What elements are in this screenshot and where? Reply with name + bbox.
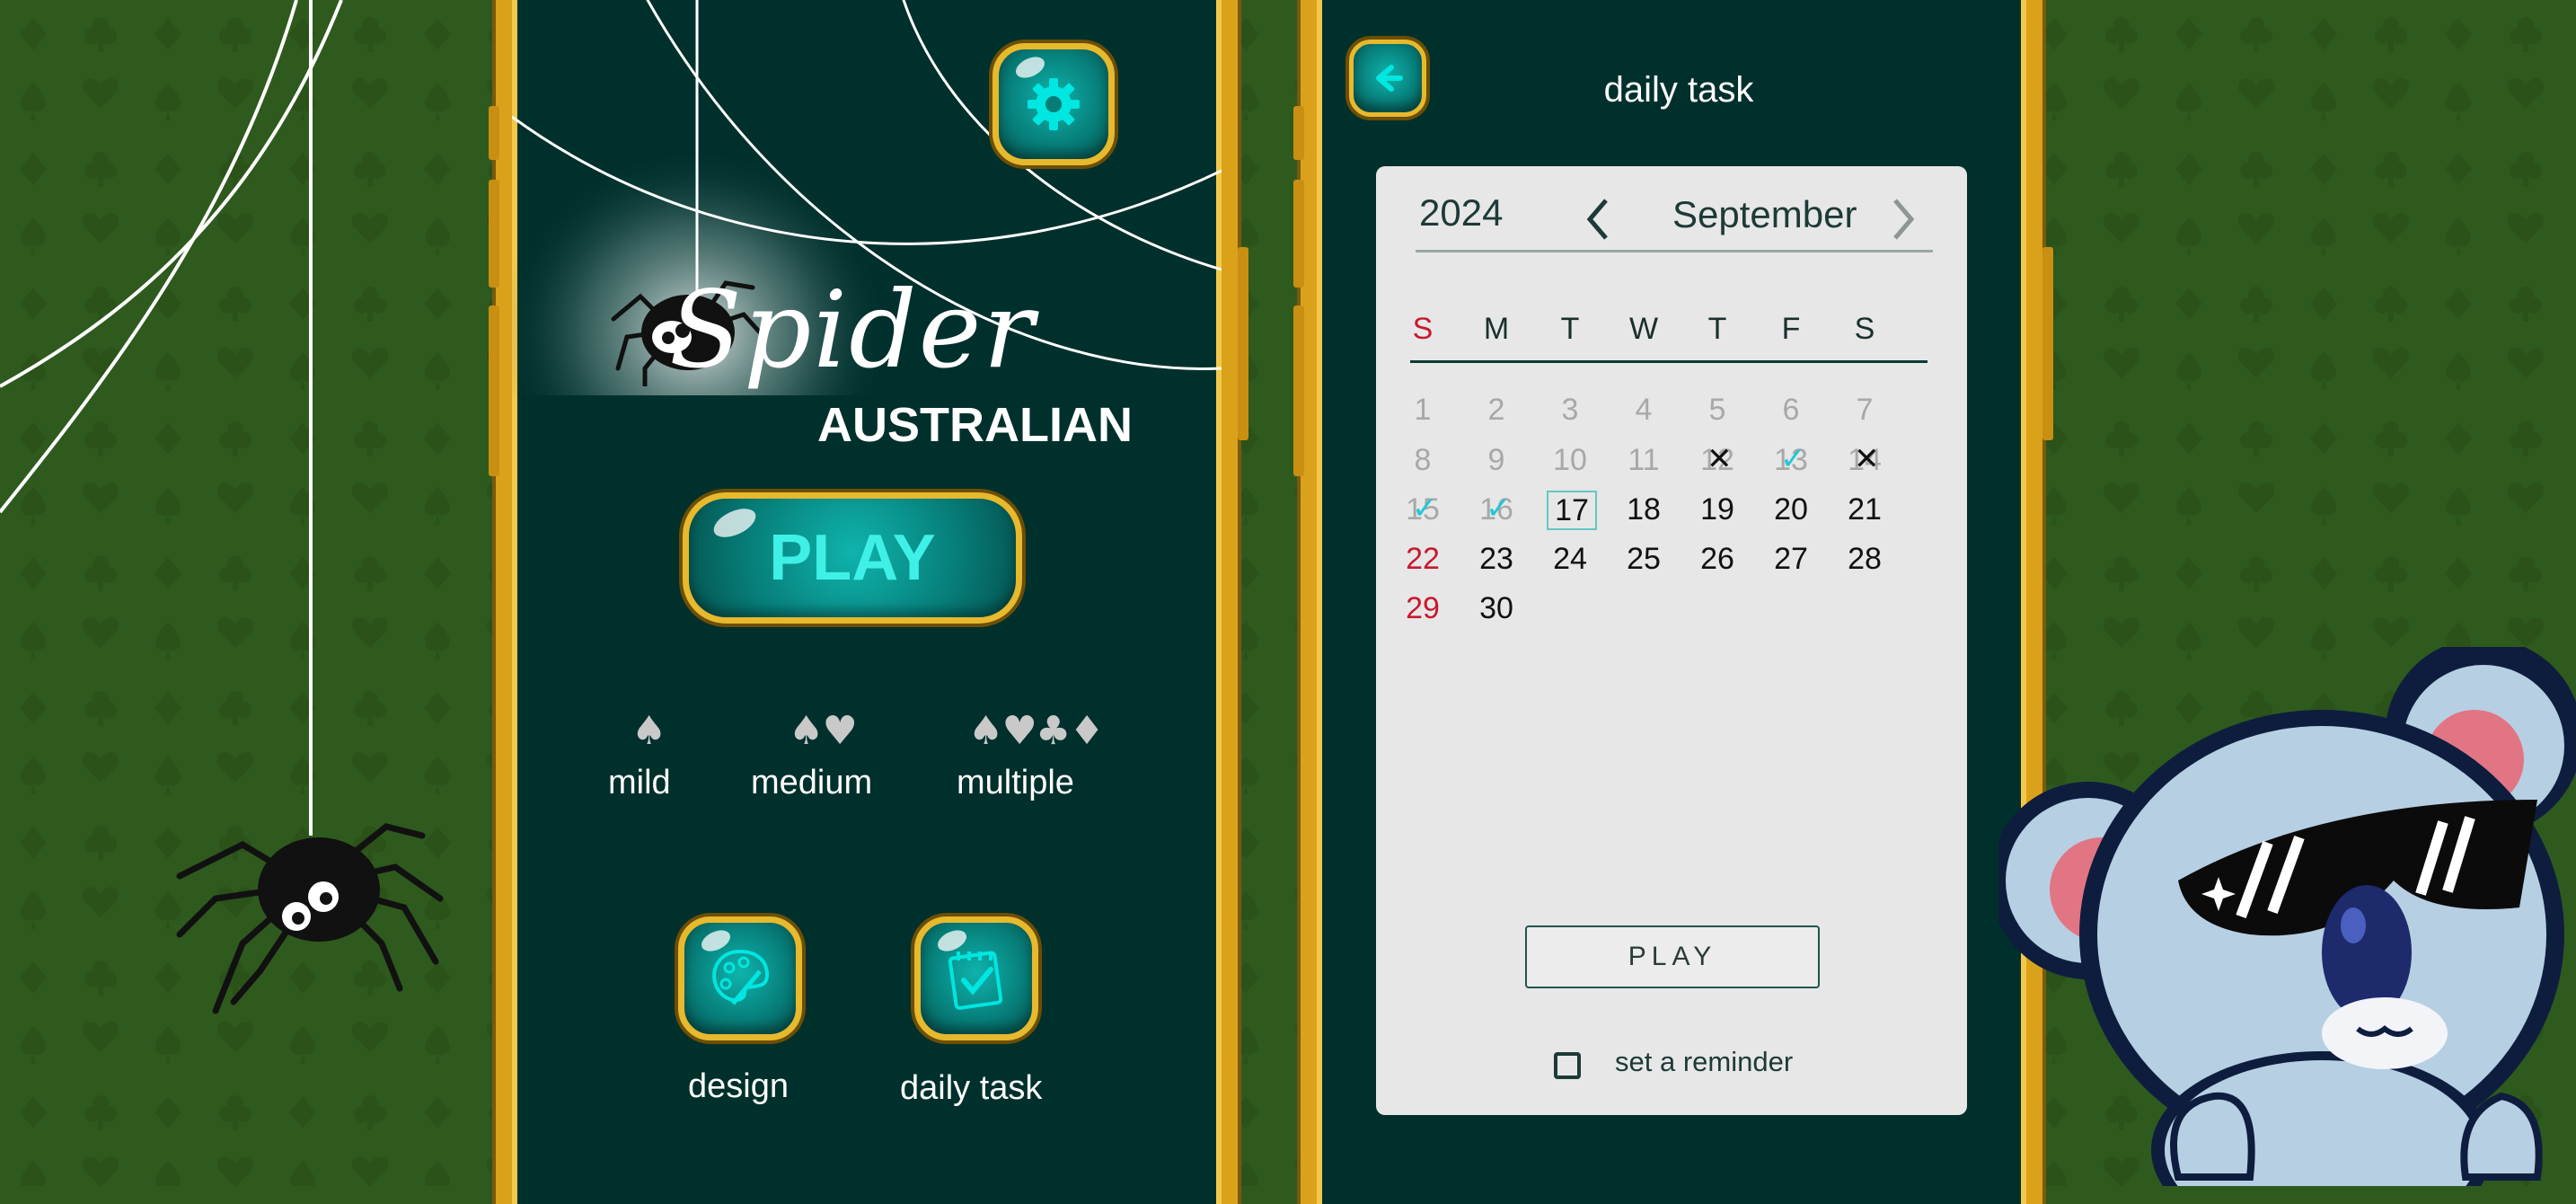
calendar-day[interactable]: 11 [1617,443,1671,478]
play-button-label: PLAY [769,522,936,594]
prev-month-icon[interactable] [1584,197,1611,242]
mode-mild-label: mild [608,764,671,801]
logo-title: Spider [669,268,1036,392]
calendar-day[interactable]: 3 [1543,393,1597,428]
reminder-label: set a reminder [1615,1046,1794,1077]
calendar-day[interactable]: 9 [1469,443,1523,478]
calendar-day[interactable]: 23 [1469,542,1523,577]
screen-title: daily task [1603,70,1754,110]
calendar-day[interactable]: 19 [1690,492,1744,527]
calendar-play-button[interactable]: PLAY [1525,925,1820,988]
weekday-label: T [1560,312,1580,346]
calendar-day[interactable]: 24 [1543,542,1597,577]
calendar-year: 2024 [1419,191,1504,234]
calendar-day[interactable]: 28 [1838,542,1892,577]
calendar-day[interactable]: 17 [1547,491,1597,530]
phone-side-button [489,106,499,160]
calendar-day[interactable]: 30 [1469,591,1523,626]
phone-side-button [1293,106,1304,160]
design-label: design [688,1067,789,1105]
settings-button[interactable] [992,43,1115,165]
calendar-day[interactable]: 27 [1764,542,1818,577]
mode-multiple-label: multiple [957,764,1074,801]
phone-side-button [1293,305,1304,476]
mode-mild-suits: ♠ [631,708,666,754]
koala-mascot [1998,647,2576,1186]
completed-check-icon: ✓ [1780,441,1806,477]
phone-side-button [489,305,499,476]
failed-mark-icon: ✕ [1707,441,1733,477]
calendar-day[interactable]: 18 [1617,492,1671,527]
main-menu-screen: Spider AUSTRALIAN PLAY ♠ mild ♠♥ medium … [496,0,1238,1204]
phone-side-button [1238,247,1248,440]
weekday-label: S [1412,312,1434,346]
calendar-day[interactable]: 22 [1396,542,1450,577]
reminder-checkbox[interactable] [1554,1052,1581,1079]
daily-task-label: daily task [900,1069,1043,1107]
phone-side-button [1293,180,1304,288]
calendar-month: September [1672,193,1857,235]
daily-task-button[interactable] [914,916,1038,1040]
completed-check-icon: ✓ [1486,491,1512,527]
design-button[interactable] [678,916,802,1040]
calendar-day[interactable]: 29 [1396,591,1450,626]
calendar-day[interactable]: 26 [1690,542,1744,577]
calendar-day[interactable]: 5 [1690,393,1744,428]
calendar-day[interactable]: 6 [1764,393,1818,428]
calendar-day[interactable]: 21 [1838,492,1892,527]
play-button[interactable]: PLAY [683,492,1022,624]
completed-check-icon: ✓ [1412,491,1438,527]
calendar-day[interactable]: 10 [1543,443,1597,478]
calendar-day[interactable]: 1 [1396,393,1450,428]
weekday-label: M [1483,312,1510,346]
calendar-day[interactable]: 20 [1764,492,1818,527]
weekday-label: T [1707,312,1727,346]
weekday-label: W [1628,312,1659,346]
weekday-label: S [1854,312,1875,346]
calendar-header-divider [1416,250,1933,252]
calendar-day[interactable]: 8 [1396,443,1450,478]
phone-side-button [2042,247,2053,440]
weekday-divider [1410,360,1928,363]
calendar-day[interactable]: 25 [1617,542,1671,577]
failed-mark-icon: ✕ [1854,441,1880,477]
palette-icon [712,949,770,1005]
mode-medium-label: medium [751,764,873,801]
next-month-icon[interactable] [1890,197,1917,242]
gear-icon [1028,78,1080,130]
mode-medium-suits: ♠♥ [789,708,858,754]
logo-subtitle: AUSTRALIAN [817,398,1133,452]
weekday-label: F [1781,312,1801,346]
task-checklist-icon [948,951,1003,1010]
mode-multiple-suits: ♠♥♣♦ [968,708,1105,754]
calendar-day[interactable]: 4 [1617,393,1671,428]
calendar-day[interactable]: 7 [1838,393,1892,428]
hanging-spider [176,823,444,1014]
phone-side-button [489,180,499,288]
calendar-day[interactable]: 2 [1469,393,1523,428]
